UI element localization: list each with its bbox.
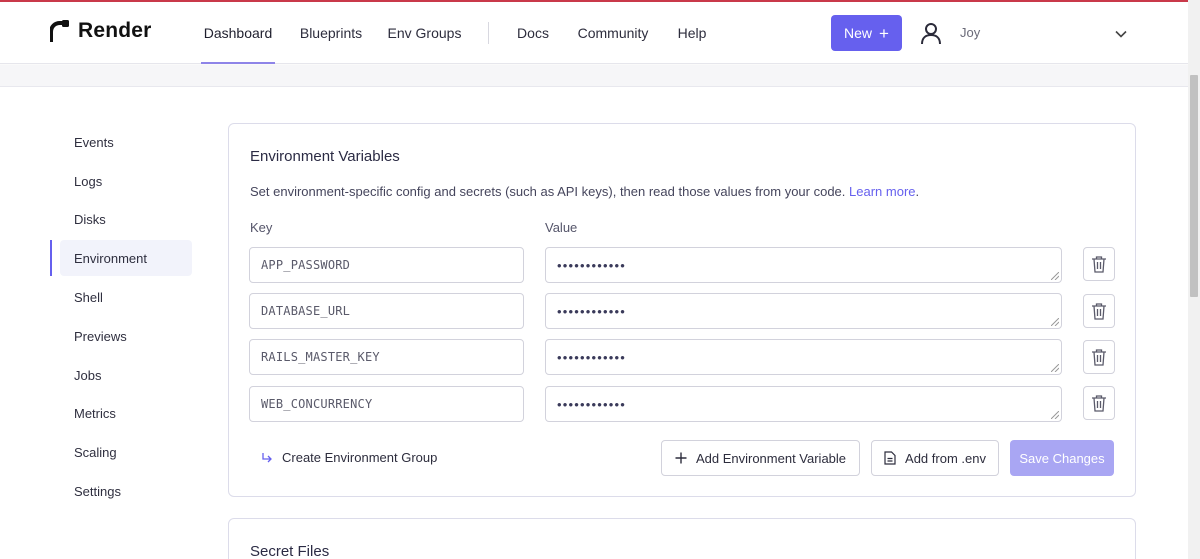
sub-header-bar xyxy=(0,65,1188,87)
save-changes-button[interactable]: Save Changes xyxy=(1010,440,1114,476)
sidebar-item-settings[interactable]: Settings xyxy=(60,473,192,509)
nav-dashboard[interactable]: Dashboard xyxy=(201,2,275,64)
nav-divider xyxy=(488,22,489,44)
arrow-turn-right-icon xyxy=(262,452,272,462)
chevron-down-icon[interactable] xyxy=(1114,27,1128,41)
resize-handle-icon[interactable] xyxy=(1051,272,1059,280)
nav-blueprints[interactable]: Blueprints xyxy=(297,2,365,64)
file-icon xyxy=(884,451,896,465)
env-key-input[interactable]: APP_PASSWORD xyxy=(249,247,524,283)
render-logo[interactable]: Render xyxy=(50,19,152,43)
nav-community[interactable]: Community xyxy=(575,2,651,64)
render-logo-icon xyxy=(50,20,70,42)
nav-help[interactable]: Help xyxy=(674,2,710,64)
sidebar-active-indicator xyxy=(50,240,52,276)
env-value-input[interactable]: •••••••••••• xyxy=(545,386,1062,422)
sidebar-item-scaling[interactable]: Scaling xyxy=(60,434,192,470)
sidebar-item-metrics[interactable]: Metrics xyxy=(60,395,192,431)
new-button[interactable]: New + xyxy=(831,15,902,51)
learn-more-link[interactable]: Learn more xyxy=(849,184,915,199)
user-name[interactable]: Joy xyxy=(960,25,980,40)
sidebar-item-environment[interactable]: Environment xyxy=(60,240,192,276)
trash-icon xyxy=(1092,395,1106,412)
section-title: Environment Variables xyxy=(250,148,400,165)
masked-value: •••••••••••• xyxy=(557,257,627,273)
env-key-input[interactable]: DATABASE_URL xyxy=(249,293,524,329)
create-group-label: Create Environment Group xyxy=(282,450,438,465)
masked-value: •••••••••••• xyxy=(557,303,627,319)
sidebar-item-disks[interactable]: Disks xyxy=(60,201,192,237)
masked-value: •••••••••••• xyxy=(557,396,627,412)
masked-value: •••••••••••• xyxy=(557,349,627,365)
secret-files-title: Secret Files xyxy=(250,543,330,559)
nav-docs[interactable]: Docs xyxy=(514,2,552,64)
resize-handle-icon[interactable] xyxy=(1051,318,1059,326)
scrollbar-thumb[interactable] xyxy=(1190,75,1198,297)
add-from-env-button[interactable]: Add from .env xyxy=(871,440,999,476)
value-column-label: Value xyxy=(545,220,578,235)
sidebar-item-jobs[interactable]: Jobs xyxy=(60,357,192,393)
resize-handle-icon[interactable] xyxy=(1051,364,1059,372)
plus-icon: + xyxy=(879,23,889,43)
user-icon[interactable] xyxy=(913,15,949,51)
nav-env-groups[interactable]: Env Groups xyxy=(387,2,462,64)
delete-variable-button[interactable] xyxy=(1083,294,1115,328)
secret-files-card: Secret Files xyxy=(228,518,1136,559)
env-key-input[interactable]: RAILS_MASTER_KEY xyxy=(249,339,524,375)
top-header: Render Dashboard Blueprints Env Groups D… xyxy=(0,2,1188,64)
env-value-input[interactable]: •••••••••••• xyxy=(545,339,1062,375)
create-environment-group-link[interactable]: Create Environment Group xyxy=(261,450,437,465)
key-column-label: Key xyxy=(250,220,273,235)
delete-variable-button[interactable] xyxy=(1083,386,1115,420)
sidebar-item-events[interactable]: Events xyxy=(60,124,192,160)
add-environment-variable-button[interactable]: Add Environment Variable xyxy=(661,440,860,476)
trash-icon xyxy=(1092,349,1106,366)
trash-icon xyxy=(1092,256,1106,273)
sidebar-item-logs[interactable]: Logs xyxy=(60,163,192,199)
delete-variable-button[interactable] xyxy=(1083,247,1115,281)
sidebar-item-previews[interactable]: Previews xyxy=(60,318,192,354)
new-button-label: New xyxy=(844,25,873,41)
add-from-env-label: Add from .env xyxy=(905,450,986,466)
plus-icon xyxy=(675,452,687,464)
brand-name: Render xyxy=(78,19,152,42)
description-text: Set environment-specific config and secr… xyxy=(250,184,846,199)
section-description: Set environment-specific config and secr… xyxy=(250,184,919,199)
env-value-input[interactable]: •••••••••••• xyxy=(545,247,1062,283)
env-value-input[interactable]: •••••••••••• xyxy=(545,293,1062,329)
trash-icon xyxy=(1092,303,1106,320)
environment-variables-card: Environment Variables Set environment-sp… xyxy=(228,123,1136,497)
sidebar-item-shell[interactable]: Shell xyxy=(60,279,192,315)
add-variable-label: Add Environment Variable xyxy=(695,450,847,466)
delete-variable-button[interactable] xyxy=(1083,340,1115,374)
env-key-input[interactable]: WEB_CONCURRENCY xyxy=(249,386,524,422)
resize-handle-icon[interactable] xyxy=(1051,411,1059,419)
description-end: . xyxy=(915,184,920,199)
